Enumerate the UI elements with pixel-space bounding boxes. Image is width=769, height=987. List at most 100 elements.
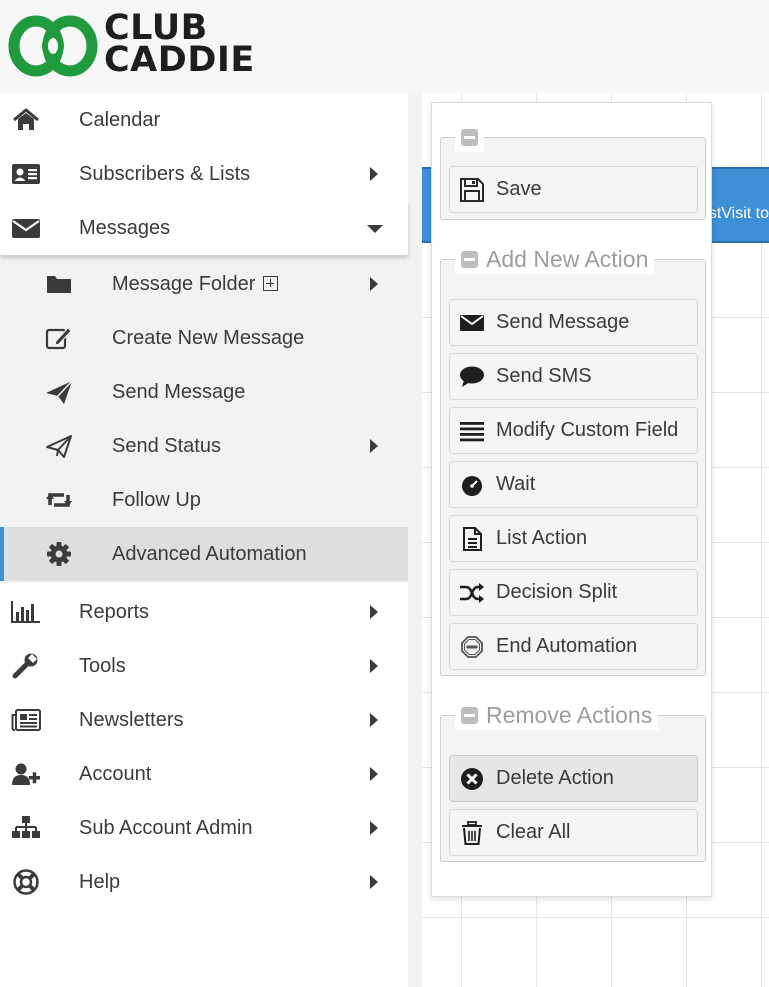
decision-split-label: Decision Split bbox=[496, 581, 618, 603]
sidebar-item-label: Send Status bbox=[112, 435, 221, 457]
save-button-label: Save bbox=[496, 178, 542, 200]
save-group: Save bbox=[440, 122, 706, 220]
end-automation-label: End Automation bbox=[496, 635, 638, 657]
sidebar-item-label: Message Folder bbox=[112, 273, 256, 295]
sidebar-item-advanced-automation[interactable]: Advanced Automation bbox=[0, 527, 408, 581]
collapse-minus-icon[interactable] bbox=[461, 706, 478, 724]
floppy-disk-icon bbox=[460, 178, 484, 202]
messages-submenu: Message Folder Create New Message Send M… bbox=[0, 255, 408, 583]
sidebar-item-sub-account-admin[interactable]: Sub Account Admin bbox=[0, 801, 408, 855]
sidebar-item-send-status[interactable]: Send Status bbox=[0, 419, 408, 473]
remove-actions-legend: Remove Actions bbox=[455, 700, 659, 730]
times-circle-icon bbox=[461, 768, 483, 790]
home-icon bbox=[13, 108, 39, 130]
clear-all-label: Clear All bbox=[496, 821, 571, 843]
logo-wordmark: CLUB CADDIE bbox=[104, 11, 255, 80]
sidebar-item-label-wrap: Message Folder bbox=[112, 257, 279, 311]
sidebar-item-label: Send Message bbox=[112, 381, 246, 403]
caret-right-icon bbox=[370, 659, 378, 673]
list-lines-icon bbox=[460, 422, 484, 442]
automation-node-label: stVisit to bbox=[708, 205, 769, 222]
stop-sign-icon bbox=[461, 636, 483, 658]
sidebar-item-label: Account bbox=[79, 763, 152, 785]
club-caddie-logo-icon[interactable] bbox=[8, 14, 100, 78]
envelope-icon bbox=[12, 219, 40, 238]
sidebar-divider bbox=[408, 93, 422, 987]
sidebar-item-reports[interactable]: Reports bbox=[0, 585, 408, 639]
collapse-minus-icon[interactable] bbox=[461, 250, 478, 268]
collapse-minus-icon[interactable] bbox=[461, 128, 478, 146]
sidebar-item-label: Sub Account Admin bbox=[79, 817, 253, 839]
envelope-icon bbox=[460, 315, 484, 331]
paper-plane-icon bbox=[46, 380, 73, 404]
action-panel: Save Add New Action Send Message Send SM… bbox=[431, 102, 712, 897]
sidebar-item-subscribers-lists[interactable]: Subscribers & Lists bbox=[0, 147, 408, 201]
list-action-label: List Action bbox=[496, 527, 588, 549]
caret-right-icon bbox=[370, 767, 378, 781]
caret-right-icon bbox=[370, 167, 378, 181]
shuffle-icon bbox=[460, 583, 484, 603]
caret-right-icon bbox=[370, 439, 378, 453]
caret-right-icon bbox=[370, 277, 378, 291]
caret-right-icon bbox=[370, 875, 378, 889]
user-plus-icon bbox=[12, 763, 40, 785]
sidebar-item-label: Calendar bbox=[79, 109, 161, 131]
folder-icon bbox=[47, 276, 71, 293]
clock-icon bbox=[462, 476, 482, 496]
document-icon bbox=[463, 527, 482, 551]
sidebar-item-label: Advanced Automation bbox=[112, 543, 307, 565]
remove-actions-group: Remove Actions Delete Action Clear All bbox=[440, 700, 706, 862]
sidebar-item-label: Messages bbox=[79, 217, 171, 239]
newspaper-icon bbox=[11, 709, 41, 731]
plus-square-icon[interactable] bbox=[263, 276, 279, 291]
add-action-title: Add New Action bbox=[486, 246, 649, 272]
sidebar-item-label: Subscribers & Lists bbox=[79, 163, 251, 185]
wait-label: Wait bbox=[496, 473, 536, 495]
delete-action-button[interactable]: Delete Action bbox=[449, 755, 698, 802]
caret-right-icon bbox=[370, 605, 378, 619]
header: CLUB CADDIE bbox=[0, 0, 769, 93]
sidebar-item-label: Newsletters bbox=[79, 709, 184, 731]
modify-custom-field-button[interactable]: Modify Custom Field bbox=[449, 407, 698, 454]
sidebar-item-create-new-message[interactable]: Create New Message bbox=[0, 311, 408, 365]
sidebar-item-messages[interactable]: Messages bbox=[0, 201, 408, 255]
sidebar-item-label: Tools bbox=[79, 655, 126, 677]
address-card-icon bbox=[12, 164, 40, 184]
remove-actions-title: Remove Actions bbox=[486, 702, 653, 728]
sidebar-item-label: Create New Message bbox=[112, 327, 305, 349]
retweet-icon bbox=[46, 493, 72, 507]
save-button[interactable]: Save bbox=[449, 166, 698, 213]
sidebar-item-account[interactable]: Account bbox=[0, 747, 408, 801]
wrench-icon bbox=[12, 653, 38, 679]
send-sms-button[interactable]: Send SMS bbox=[449, 353, 698, 400]
caret-right-icon bbox=[370, 821, 378, 835]
sidebar-item-newsletters[interactable]: Newsletters bbox=[0, 693, 408, 747]
clear-all-button[interactable]: Clear All bbox=[449, 809, 698, 856]
gear-icon bbox=[47, 542, 71, 566]
caret-down-icon bbox=[367, 225, 383, 233]
edit-icon bbox=[45, 327, 72, 350]
sidebar-item-follow-up[interactable]: Follow Up bbox=[0, 473, 408, 527]
trash-icon bbox=[462, 821, 482, 845]
sidebar-item-label: Reports bbox=[79, 601, 150, 623]
wait-button[interactable]: Wait bbox=[449, 461, 698, 508]
sidebar-item-label: Follow Up bbox=[112, 489, 201, 511]
send-sms-label: Send SMS bbox=[496, 365, 592, 387]
logo-line-2: CADDIE bbox=[104, 40, 255, 80]
life-ring-icon bbox=[13, 869, 39, 895]
bar-chart-icon bbox=[11, 601, 40, 623]
sidebar: Calendar Subscribers & Lists Messages Me… bbox=[0, 93, 408, 987]
save-group-legend bbox=[455, 122, 484, 152]
end-automation-button[interactable]: End Automation bbox=[449, 623, 698, 670]
sidebar-item-calendar[interactable]: Calendar bbox=[0, 93, 408, 147]
sidebar-item-label: Help bbox=[79, 871, 121, 893]
sidebar-item-message-folder[interactable]: Message Folder bbox=[0, 257, 408, 311]
send-message-button[interactable]: Send Message bbox=[449, 299, 698, 346]
send-message-label: Send Message bbox=[496, 311, 630, 333]
decision-split-button[interactable]: Decision Split bbox=[449, 569, 698, 616]
add-action-group: Add New Action Send Message Send SMS Mod… bbox=[440, 244, 706, 676]
sidebar-item-tools[interactable]: Tools bbox=[0, 639, 408, 693]
sidebar-item-send-message[interactable]: Send Message bbox=[0, 365, 408, 419]
list-action-button[interactable]: List Action bbox=[449, 515, 698, 562]
sidebar-item-help[interactable]: Help bbox=[0, 855, 408, 909]
